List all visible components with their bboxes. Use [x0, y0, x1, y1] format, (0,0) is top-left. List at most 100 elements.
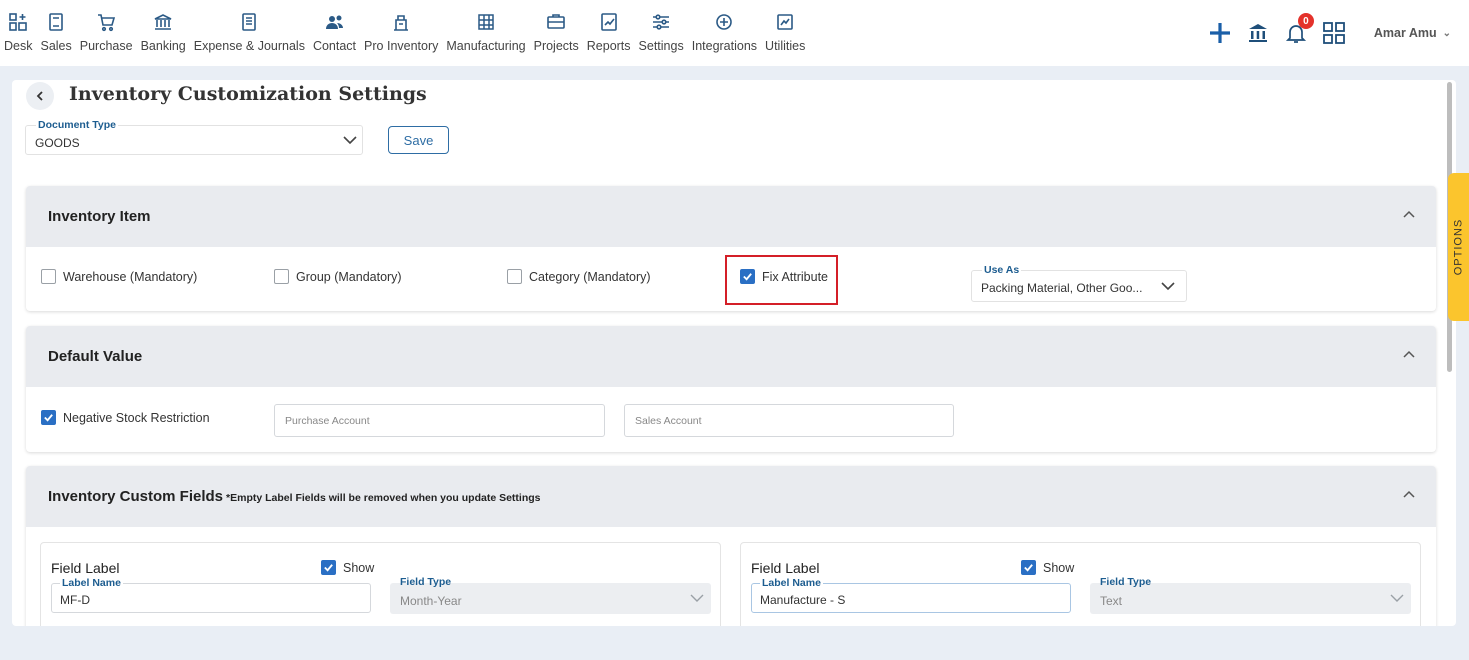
bank-icon[interactable] [1244, 19, 1272, 47]
purchase-account-field[interactable]: Purchase Account [274, 404, 605, 437]
nav-label: Settings [638, 39, 684, 53]
checkbox-label: Fix Attribute [762, 269, 828, 284]
nav-contact[interactable]: Contact [313, 0, 356, 66]
nav-projects[interactable]: Projects [534, 0, 579, 66]
field-type-value: Month-Year [400, 594, 462, 608]
checkbox[interactable] [321, 560, 336, 575]
nav-settings[interactable]: Settings [639, 0, 684, 66]
default-value-header[interactable]: Default Value [26, 326, 1436, 387]
field-type-select[interactable]: Field Type Month-Year [390, 576, 711, 614]
custom-field-card: Field Label Show Label Name MF-D Field T… [40, 542, 721, 626]
checkbox-label: Show [1043, 560, 1075, 575]
checkbox[interactable] [1021, 560, 1036, 575]
bell-icon[interactable]: 0 [1282, 13, 1314, 47]
nav-sales[interactable]: Sales [40, 0, 72, 66]
checkbox-label: Group (Mandatory) [296, 269, 402, 284]
checkbox[interactable] [41, 269, 56, 284]
desk-icon [7, 11, 29, 33]
projects-icon [545, 11, 567, 33]
category-checkbox[interactable]: Category (Mandatory) [507, 269, 651, 284]
apps-grid-icon[interactable] [1320, 19, 1348, 47]
chevron-up-icon[interactable] [1402, 488, 1416, 502]
document-type-label: Document Type [36, 119, 118, 131]
chevron-up-icon[interactable] [1402, 208, 1416, 222]
cart-icon [95, 11, 117, 33]
top-navigation: Desk Sales Purchase Banking Expense & Jo… [0, 0, 1469, 66]
field-type-label: Field Type [1100, 576, 1152, 588]
use-as-value: Packing Material, Other Goo... [981, 281, 1143, 295]
nav-purchase[interactable]: Purchase [80, 0, 133, 66]
options-tab[interactable]: OPTIONS [1448, 173, 1469, 321]
nav-banking[interactable]: Banking [141, 0, 186, 66]
options-tab-label: OPTIONS [1452, 218, 1465, 276]
nav-reports[interactable]: Reports [587, 0, 631, 66]
label-name-value: MF-D [60, 593, 90, 607]
chevron-down-icon [1390, 594, 1404, 602]
section-title: Inventory Custom Fields [48, 488, 224, 505]
inventory-item-header[interactable]: Inventory Item [26, 186, 1436, 247]
nav-integrations[interactable]: Integrations [692, 0, 757, 66]
checkmark-icon [324, 564, 333, 572]
user-name: Amar Amu [1373, 26, 1437, 40]
page-title: Inventory Customization Settings [69, 83, 427, 105]
inventory-icon [390, 11, 412, 33]
inventory-item-section: Inventory Item Warehouse (Mandatory) Gro… [26, 186, 1436, 311]
document-type-value: GOODS [35, 136, 80, 150]
default-value-section: Default Value Negative Stock Restriction… [26, 326, 1436, 452]
group-checkbox[interactable]: Group (Mandatory) [274, 269, 402, 284]
nav-right: 0 Amar Amu ⌄ [1196, 0, 1451, 66]
factory-icon [475, 11, 497, 33]
chevron-down-icon: ⌄ [1442, 27, 1451, 39]
chevron-down-icon [690, 594, 704, 602]
user-menu[interactable]: Amar Amu ⌄ [1374, 26, 1451, 40]
negative-stock-checkbox[interactable]: Negative Stock Restriction [41, 410, 210, 425]
warehouse-checkbox[interactable]: Warehouse (Mandatory) [41, 269, 197, 284]
nav-utilities[interactable]: Utilities [765, 0, 805, 66]
plus-icon[interactable] [1206, 19, 1234, 47]
chevron-up-icon[interactable] [1402, 348, 1416, 362]
document-type-select[interactable]: Document Type GOODS [25, 119, 363, 155]
sales-account-field[interactable]: Sales Account [624, 404, 954, 437]
checkbox[interactable] [507, 269, 522, 284]
nav-items: Desk Sales Purchase Banking Expense & Jo… [0, 0, 809, 66]
custom-fields-header[interactable]: Inventory Custom Fields *Empty Label Fie… [26, 466, 1436, 527]
show-checkbox[interactable]: Show [1021, 560, 1074, 575]
label-name-input[interactable]: Label Name MF-D [51, 577, 371, 613]
nav-label: Utilities [765, 39, 806, 53]
main-content: Inventory Customization Settings Documen… [12, 80, 1456, 626]
fix-attribute-checkbox[interactable]: Fix Attribute [740, 269, 828, 284]
field-type-select[interactable]: Field Type Text [1090, 576, 1411, 614]
custom-fields-section: Inventory Custom Fields *Empty Label Fie… [26, 466, 1436, 626]
nav-manufacturing[interactable]: Manufacturing [446, 0, 526, 66]
chevron-down-icon [1161, 282, 1175, 291]
nav-label: Integrations [691, 39, 758, 53]
nav-label: Purchase [79, 39, 133, 53]
section-note: *Empty Label Fields will be removed when… [226, 491, 541, 504]
field-type-label: Field Type [400, 576, 452, 588]
integrations-icon [713, 11, 735, 33]
back-button[interactable] [26, 82, 54, 110]
journal-icon [238, 11, 260, 33]
utilities-icon [774, 11, 796, 33]
notification-badge: 0 [1297, 13, 1314, 29]
nav-label: Banking [140, 39, 186, 53]
save-button[interactable]: Save [388, 126, 449, 154]
reports-icon [598, 11, 620, 33]
nav-desk[interactable]: Desk [4, 0, 32, 66]
checkmark-icon [1024, 564, 1033, 572]
sales-icon [45, 11, 67, 33]
use-as-select[interactable]: Use As Packing Material, Other Goo... [971, 264, 1187, 302]
field-type-value: Text [1100, 594, 1123, 608]
nav-label: Contact [312, 39, 357, 53]
checkbox[interactable] [41, 410, 56, 425]
field-label-title: Field Label [751, 560, 820, 576]
label-name-input[interactable]: Label Name Manufacture - S [751, 577, 1071, 613]
nav-expense-journals[interactable]: Expense & Journals [194, 0, 305, 66]
checkbox[interactable] [740, 269, 755, 284]
checkbox[interactable] [274, 269, 289, 284]
nav-label: Manufacturing [446, 39, 526, 53]
show-checkbox[interactable]: Show [321, 560, 374, 575]
sliders-icon [650, 11, 672, 33]
nav-pro-inventory[interactable]: Pro Inventory [364, 0, 438, 66]
checkmark-icon [44, 414, 53, 422]
